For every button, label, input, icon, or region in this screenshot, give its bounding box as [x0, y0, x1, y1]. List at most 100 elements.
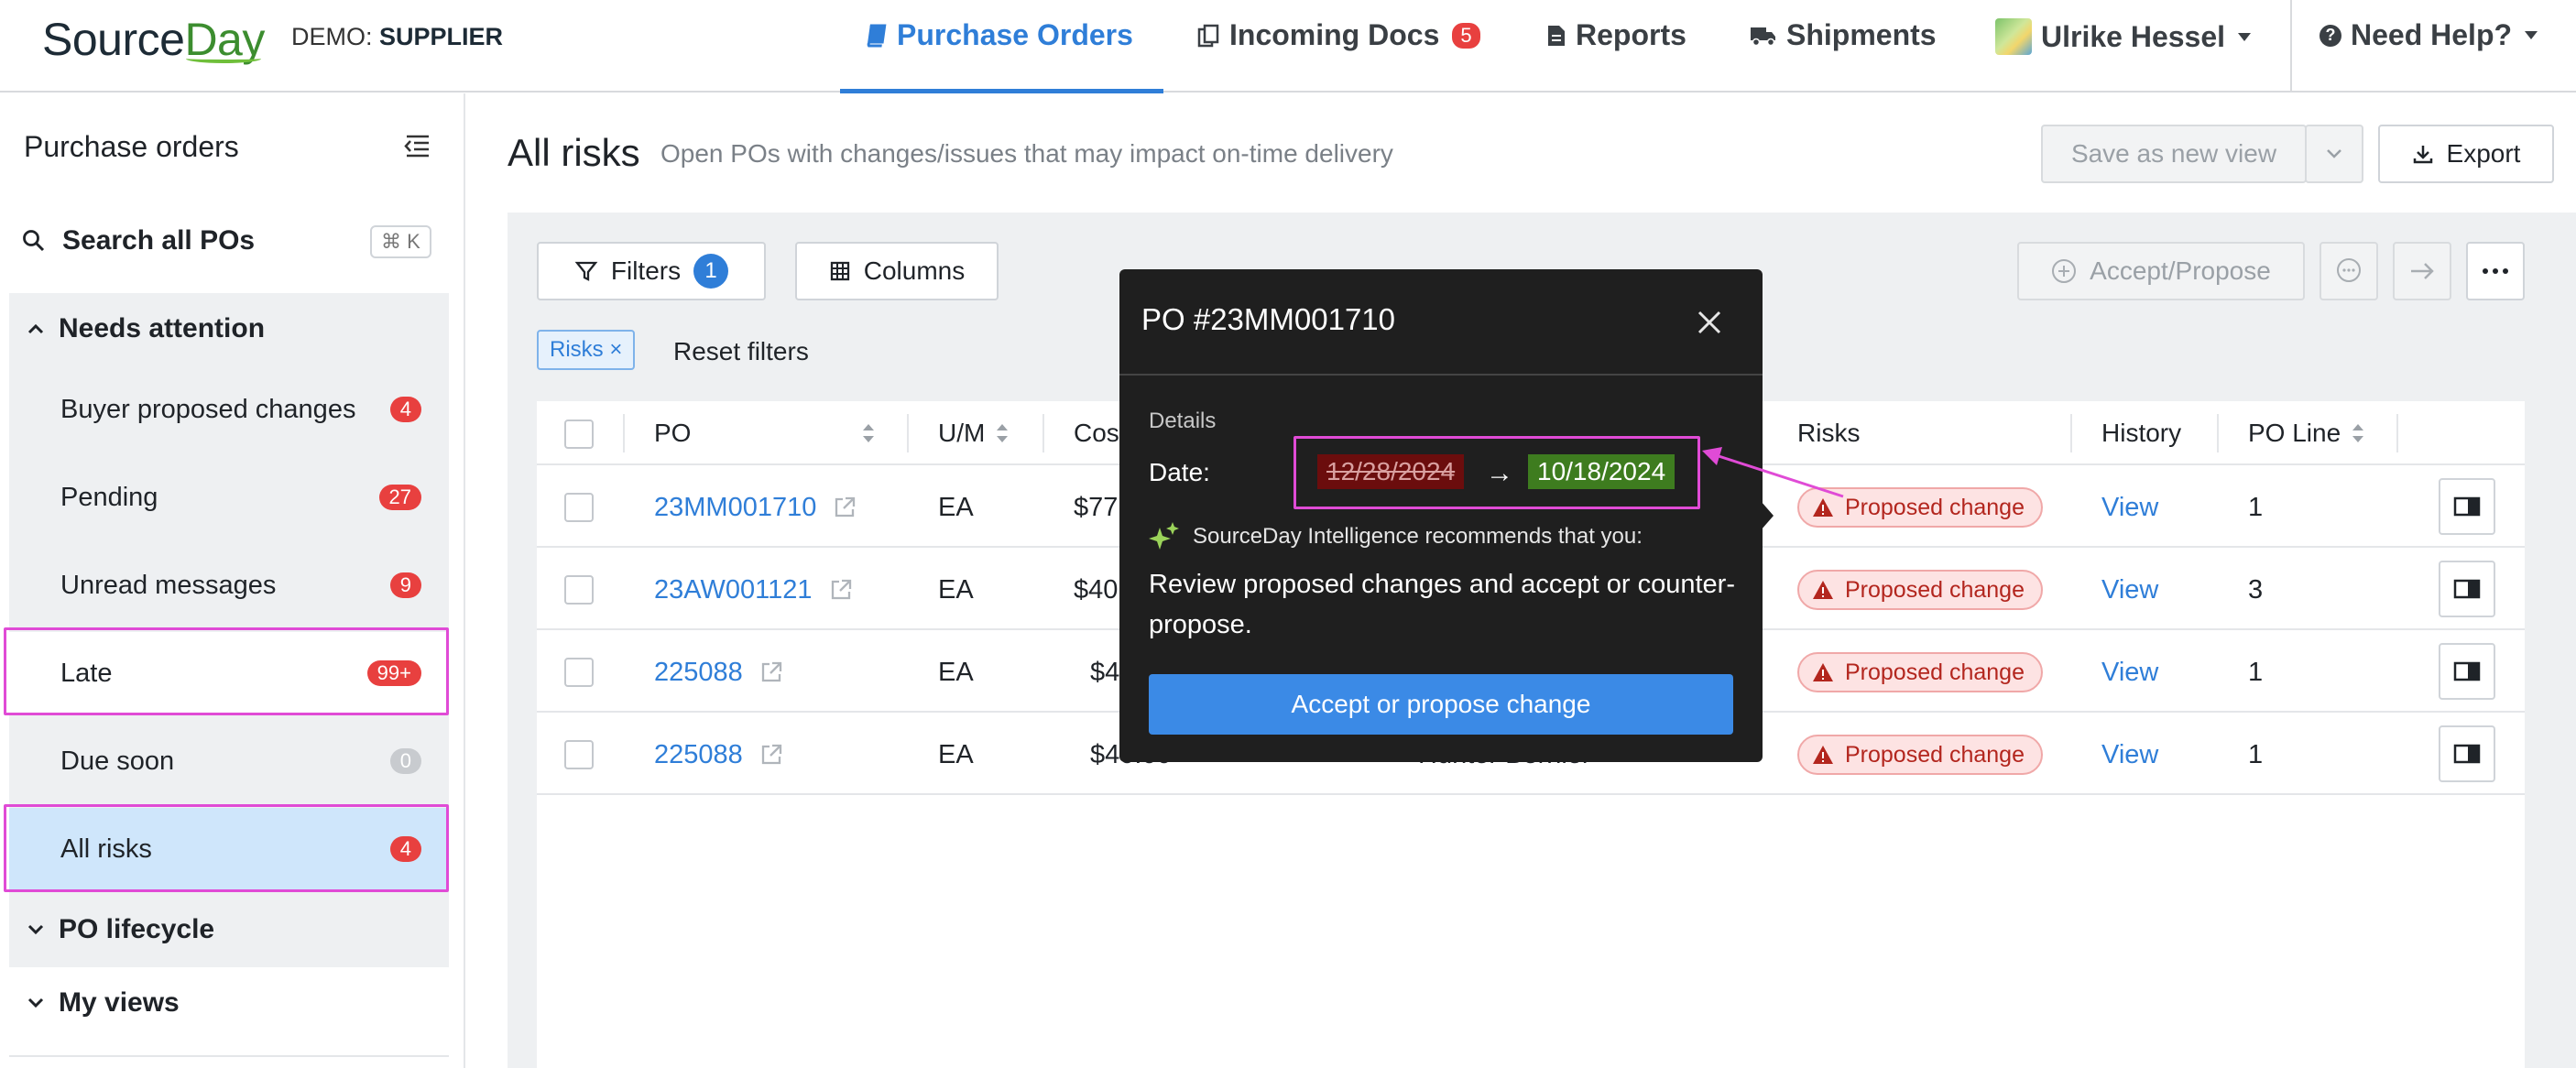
- column-header-po-line[interactable]: PO Line: [2248, 401, 2341, 465]
- sidebar-item-buyer-proposed-changes[interactable]: Buyer proposed changes 4: [9, 368, 449, 451]
- count-badge: 9: [389, 572, 421, 598]
- row-checkbox[interactable]: [564, 658, 594, 687]
- history-view-link[interactable]: View: [2101, 652, 2158, 692]
- user-menu[interactable]: Ulrike Hessel: [1995, 18, 2252, 55]
- column-separator: [1042, 414, 1044, 452]
- search-all-pos[interactable]: Search all POs: [22, 225, 255, 256]
- risk-label: Proposed change: [1845, 659, 2025, 685]
- history-view-link[interactable]: View: [2101, 735, 2158, 775]
- needs-attention-header[interactable]: Needs attention: [27, 313, 265, 344]
- status-badge[interactable]: Proposed change: [1797, 735, 2043, 775]
- sidebar-item-pending[interactable]: Pending 27: [9, 456, 449, 539]
- sparkles-icon: [1149, 522, 1179, 550]
- row-checkbox[interactable]: [564, 575, 594, 605]
- external-link-icon[interactable]: [759, 743, 783, 767]
- filters-button[interactable]: Filters 1: [537, 242, 766, 300]
- um-cell: EA: [938, 739, 974, 769]
- count-badge: 0: [389, 748, 421, 774]
- nav-divider: [2290, 0, 2292, 92]
- my-views-header[interactable]: My views: [27, 987, 180, 1019]
- sidebar-item-due-soon[interactable]: Due soon 0: [9, 720, 449, 802]
- columns-icon: [830, 261, 849, 281]
- risk-label: Proposed change: [1845, 576, 2025, 603]
- sidebar-item-label: Due soon: [60, 746, 175, 776]
- column-header-po[interactable]: PO: [654, 401, 691, 465]
- accept-propose-button[interactable]: Accept/Propose: [2017, 242, 2305, 300]
- external-link-icon[interactable]: [829, 578, 853, 602]
- open-detail-panel-button[interactable]: [2439, 478, 2495, 535]
- save-view-dropdown-button[interactable]: [2305, 125, 2363, 183]
- accept-or-propose-change-button[interactable]: Accept or propose change: [1149, 674, 1733, 735]
- chevron-up-icon: [27, 323, 44, 334]
- highlight-late: [4, 627, 449, 715]
- download-icon: [2413, 146, 2432, 164]
- reset-filters-link[interactable]: Reset filters: [673, 337, 809, 366]
- message-button[interactable]: [2319, 242, 2378, 300]
- sourceday-logo[interactable]: SourceDay: [42, 13, 265, 66]
- row-checkbox[interactable]: [564, 740, 594, 769]
- th-label: PO: [654, 419, 692, 447]
- status-badge[interactable]: Proposed change: [1797, 652, 2043, 692]
- po-line-cell: 1: [2248, 657, 2264, 687]
- external-link-icon[interactable]: [759, 660, 783, 684]
- column-header-history[interactable]: History: [2101, 401, 2181, 465]
- nav-incoming-docs[interactable]: Incoming Docs 5: [1196, 18, 1480, 52]
- close-icon[interactable]: [1693, 306, 1726, 339]
- sort-icon[interactable]: [995, 421, 1010, 445]
- open-detail-panel-button[interactable]: [2439, 643, 2495, 700]
- side-panel-icon: [2453, 496, 2481, 517]
- my-views-label: My views: [59, 987, 180, 1018]
- sidebar-item-unread-messages[interactable]: Unread messages 9: [9, 544, 449, 627]
- po-link[interactable]: 225088: [654, 652, 783, 692]
- po-line-cell: 3: [2248, 574, 2264, 605]
- po-link[interactable]: 23MM001710: [654, 487, 857, 528]
- sort-icon[interactable]: [2351, 421, 2365, 445]
- um-cell: EA: [938, 574, 974, 605]
- warning-icon: [1813, 581, 1833, 599]
- sort-icon[interactable]: [861, 421, 876, 445]
- sidebar-item-label: Pending: [60, 482, 158, 512]
- details-label: Details: [1149, 409, 1217, 433]
- demo-prefix: DEMO:: [291, 23, 373, 50]
- help-menu[interactable]: ? Need Help?: [2319, 18, 2538, 52]
- more-options-button[interactable]: [2466, 242, 2525, 300]
- po-lifecycle-label: PO lifecycle: [59, 914, 215, 944]
- po-number: 23AW001121: [654, 574, 813, 605]
- nav-purchase-orders[interactable]: Purchase Orders: [866, 18, 1133, 52]
- row-checkbox[interactable]: [564, 493, 594, 522]
- po-link[interactable]: 23AW001121: [654, 570, 853, 610]
- nav-shipments[interactable]: Shipments: [1750, 18, 1937, 52]
- open-detail-panel-button[interactable]: [2439, 561, 2495, 617]
- risks-filter-chip[interactable]: Risks ×: [537, 330, 636, 370]
- column-separator: [2396, 414, 2398, 452]
- history-view-link[interactable]: View: [2101, 487, 2158, 528]
- save-as-new-view-button[interactable]: Save as new view: [2041, 125, 2307, 183]
- open-detail-panel-button[interactable]: [2439, 725, 2495, 782]
- close-icon[interactable]: ×: [609, 337, 622, 362]
- sidebar-item-label: Unread messages: [60, 570, 277, 600]
- count-badge: 4: [389, 397, 421, 422]
- column-header-cost[interactable]: Cos: [1074, 401, 1119, 465]
- history-view-link[interactable]: View: [2101, 570, 2158, 610]
- export-button[interactable]: Export: [2378, 125, 2554, 183]
- collapse-sidebar-icon[interactable]: [403, 134, 431, 158]
- column-separator: [2217, 414, 2219, 452]
- demo-label: DEMO: SUPPLIER: [291, 23, 503, 51]
- forward-button[interactable]: [2393, 242, 2451, 300]
- search-label: Search all POs: [62, 225, 256, 256]
- po-link[interactable]: 225088: [654, 735, 783, 775]
- po-line-cell: 1: [2248, 492, 2264, 522]
- column-header-um[interactable]: U/M: [938, 401, 985, 465]
- question-circle-icon: ?: [2319, 24, 2341, 47]
- cost-cell: $4: [1090, 657, 1120, 687]
- logo-text-day: Day: [184, 14, 265, 65]
- nav-reports[interactable]: Reports: [1546, 18, 1686, 52]
- columns-button[interactable]: Columns: [795, 242, 999, 300]
- accept-propose-change-label: Accept or propose change: [1291, 690, 1591, 718]
- po-lifecycle-header[interactable]: PO lifecycle: [27, 914, 214, 945]
- select-all-checkbox[interactable]: [564, 420, 594, 449]
- status-badge[interactable]: Proposed change: [1797, 570, 2043, 610]
- demo-role: SUPPLIER: [379, 23, 504, 50]
- user-name: Ulrike Hessel: [2041, 19, 2226, 53]
- external-link-icon[interactable]: [833, 496, 857, 519]
